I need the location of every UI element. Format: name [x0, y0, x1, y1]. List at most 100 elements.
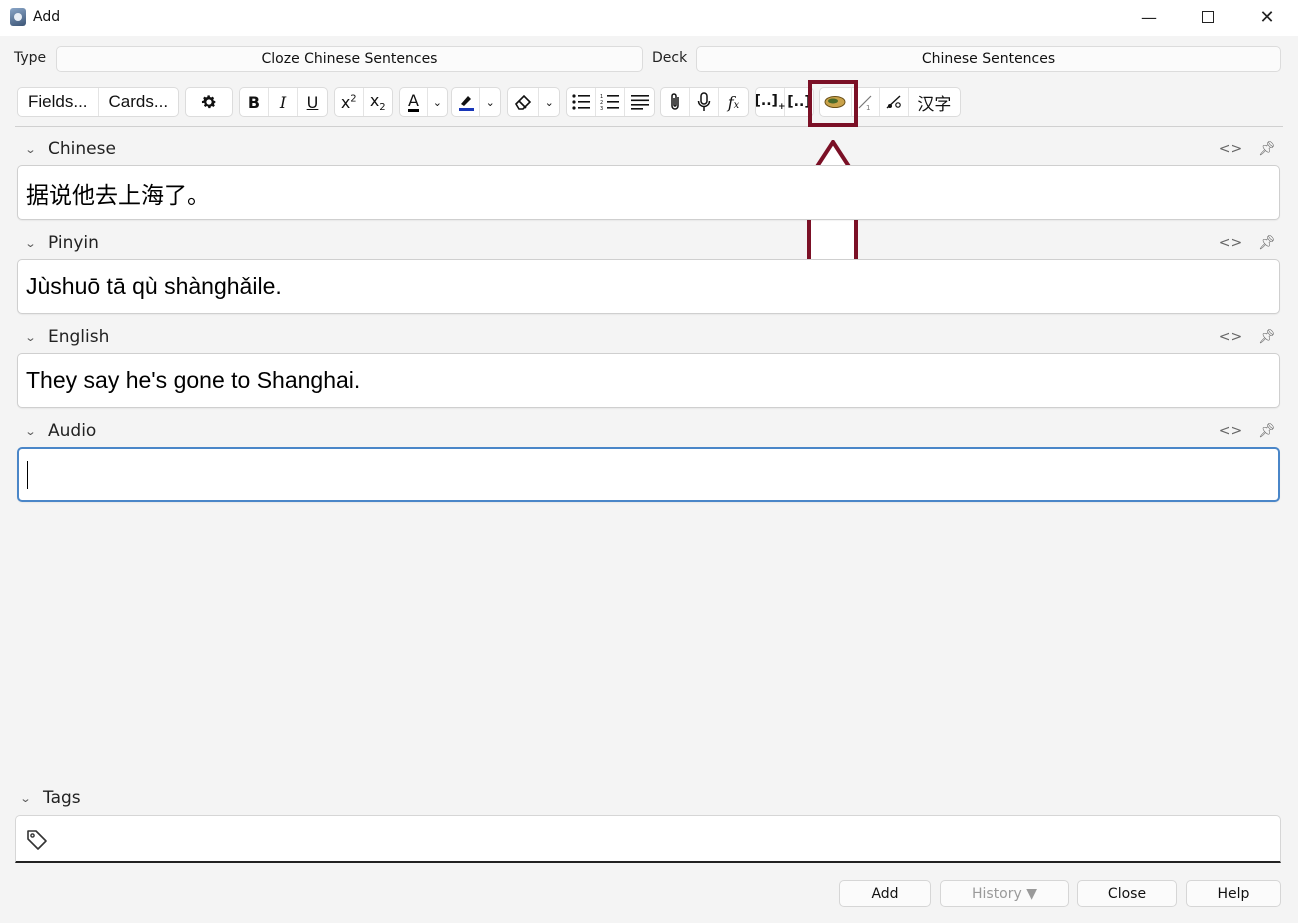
pin-icon[interactable]: 📌︎ — [1258, 329, 1276, 345]
text-color-button[interactable]: A — [400, 88, 428, 116]
underline-icon: U — [306, 92, 319, 112]
field-label: Pinyin — [48, 233, 99, 253]
record-audio-button[interactable] — [690, 88, 719, 116]
media-group: fx — [660, 87, 749, 117]
fields-cards-group: Fields... Cards... — [17, 87, 179, 117]
history-button[interactable]: History ▼ — [940, 880, 1069, 907]
note-type-selector[interactable]: Cloze Chinese Sentences — [56, 46, 643, 72]
field-header-pinyin[interactable]: ⌄ Pinyin — [24, 232, 99, 254]
cloze-group: [..]+ [..] — [755, 87, 814, 117]
html-editor-icon[interactable]: <> — [1219, 329, 1242, 345]
highlight-color-group: ⌄ — [451, 87, 501, 117]
superscript-button[interactable]: x2 — [335, 88, 364, 116]
cloze-new-button[interactable]: [..]+ — [756, 88, 786, 116]
anki-app-icon — [10, 8, 26, 26]
bold-icon: B — [247, 92, 261, 112]
field-tools-english: <> 📌︎ — [1219, 329, 1276, 345]
help-button[interactable]: Help — [1186, 880, 1281, 907]
chevron-down-icon: ⌄ — [24, 424, 37, 438]
stroke-order-button[interactable] — [880, 88, 909, 116]
pin-icon[interactable]: 📌︎ — [1258, 423, 1276, 439]
window-title: Add — [33, 9, 61, 25]
deck-selector[interactable]: Chinese Sentences — [696, 46, 1281, 72]
pin-icon[interactable]: 📌︎ — [1258, 235, 1276, 251]
highlight-color-dropdown[interactable]: ⌄ — [480, 88, 500, 116]
subscript-button[interactable]: x2 — [364, 88, 392, 116]
field-header-audio[interactable]: ⌄ Audio — [24, 420, 97, 442]
text-caret — [27, 460, 28, 489]
field-label: Chinese — [48, 139, 116, 159]
close-window-button[interactable]: ✕ — [1238, 0, 1296, 34]
eraser-icon — [515, 94, 532, 110]
field-input-audio[interactable] — [17, 447, 1280, 502]
subscript-icon: x2 — [369, 90, 386, 114]
text-align-button[interactable] — [625, 88, 654, 116]
equation-button[interactable]: fx — [719, 88, 748, 116]
type-label: Type — [14, 50, 47, 66]
field-header-english[interactable]: ⌄ English — [24, 326, 110, 348]
options-button[interactable] — [186, 88, 232, 116]
chevron-down-icon: ⌄ — [24, 330, 37, 344]
attach-button[interactable] — [661, 88, 690, 116]
unordered-list-button[interactable] — [567, 88, 596, 116]
svg-text:3: 3 — [600, 106, 603, 111]
highlight-color-button[interactable] — [452, 88, 481, 116]
field-header-chinese[interactable]: ⌄ Chinese — [24, 138, 116, 160]
clear-format-dropdown[interactable]: ⌄ — [539, 88, 559, 116]
tags-header[interactable]: ⌄ Tags — [19, 788, 81, 808]
html-editor-icon[interactable]: <> — [1219, 423, 1242, 439]
align-left-icon — [630, 95, 649, 110]
field-label: English — [48, 327, 110, 347]
chevron-down-icon: ⌄ — [19, 791, 32, 805]
ordered-list-button[interactable]: 123 — [596, 88, 625, 116]
field-input-english[interactable]: They say he's gone to Shanghai. — [17, 353, 1280, 408]
highlight-box — [808, 80, 858, 127]
cards-button[interactable]: Cards... — [99, 88, 178, 116]
field-input-pinyin[interactable]: Jùshuō tā qù shànghǎile. — [17, 259, 1280, 314]
fields-button[interactable]: Fields... — [18, 88, 99, 116]
superscript-icon: x2 — [340, 92, 357, 112]
maximize-button[interactable] — [1179, 0, 1237, 34]
clear-format-group: ⌄ — [507, 87, 560, 117]
text-color-icon: A — [407, 90, 419, 112]
toolbar-separator — [15, 126, 1283, 127]
hanzi-button[interactable]: 汉字 — [909, 88, 960, 116]
maximize-icon — [1202, 11, 1214, 23]
field-tools-chinese: <> 📌︎ — [1219, 141, 1276, 157]
field-tools-audio: <> 📌︎ — [1219, 423, 1276, 439]
html-editor-icon[interactable]: <> — [1219, 235, 1242, 251]
tags-label: Tags — [43, 788, 81, 808]
chevron-down-icon: ⌄ — [24, 142, 37, 156]
field-label: Audio — [48, 421, 97, 441]
bullet-list-icon — [572, 94, 590, 110]
chevron-down-icon: ⌄ — [432, 95, 443, 109]
minimize-button[interactable]: — — [1120, 0, 1178, 34]
text-color-dropdown[interactable]: ⌄ — [428, 88, 447, 116]
italic-button[interactable]: I — [269, 88, 298, 116]
highlighter-icon — [458, 96, 474, 111]
bold-button[interactable]: B — [240, 88, 269, 116]
paperclip-icon — [671, 93, 679, 110]
stroke-pen-icon — [886, 95, 901, 109]
text-color-group: A ⌄ — [399, 87, 448, 117]
close-button[interactable]: Close — [1077, 880, 1177, 907]
underline-button[interactable]: U — [298, 88, 327, 116]
field-tools-pinyin: <> 📌︎ — [1219, 235, 1276, 251]
svg-text:1: 1 — [866, 104, 870, 111]
microphone-icon — [697, 92, 711, 111]
add-button[interactable]: Add — [839, 880, 931, 907]
chevron-down-icon: ⌄ — [24, 236, 37, 250]
pin-icon[interactable]: 📌︎ — [1258, 141, 1276, 157]
title-bar: Add — ✕ — [0, 0, 1298, 36]
clear-format-button[interactable] — [508, 88, 540, 116]
chevron-down-icon: ⌄ — [485, 95, 495, 109]
format-group: B I U — [239, 87, 328, 117]
deck-label: Deck — [652, 50, 688, 66]
html-editor-icon[interactable]: <> — [1219, 141, 1242, 157]
numbered-list-icon: 123 — [600, 94, 619, 111]
tags-input[interactable] — [15, 815, 1281, 863]
tone-pen-icon: 1 — [858, 95, 872, 111]
gear-icon — [201, 95, 217, 109]
list-group: 123 — [566, 87, 655, 117]
field-input-chinese[interactable]: 据说他去上海了。 — [17, 165, 1280, 220]
